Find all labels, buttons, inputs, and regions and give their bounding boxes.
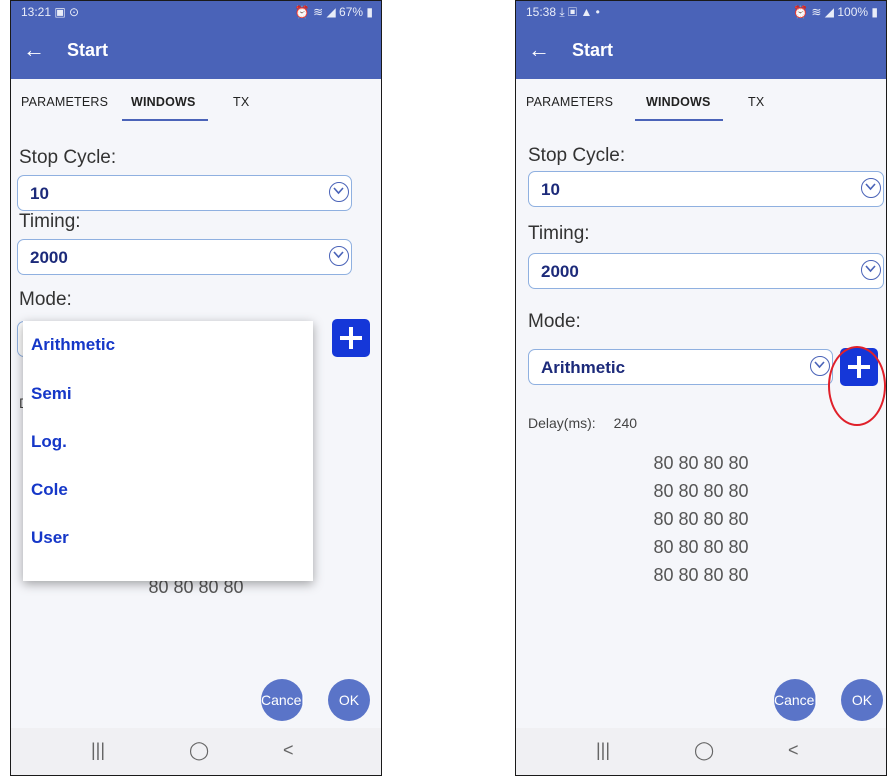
status-icons: ⏰ ≋ ◢ 67% ▮ xyxy=(294,5,373,19)
ok-button[interactable]: OK xyxy=(841,679,883,721)
chevron-down-icon xyxy=(329,246,349,266)
status-bar: 13:21 ▣ ⊙ ⏰ ≋ ◢ 67% ▮ xyxy=(11,1,381,23)
timing-label: Timing: xyxy=(528,223,590,244)
tab-tx[interactable]: TX xyxy=(748,95,764,109)
mode-label: Mode: xyxy=(19,289,72,310)
timing-value: 2000 xyxy=(541,262,579,281)
chevron-down-icon xyxy=(810,356,830,376)
recent-apps-icon[interactable]: ||| xyxy=(596,740,610,761)
mode-value: Arithmetic xyxy=(541,358,626,377)
status-icons: ⏰ ≋ ◢ 100% ▮ xyxy=(793,5,878,19)
mode-label: Mode: xyxy=(528,311,581,332)
home-icon[interactable]: ◯ xyxy=(694,740,714,761)
home-icon[interactable]: ◯ xyxy=(189,740,209,761)
android-nav-bar: ||| ◯ < xyxy=(516,728,886,775)
status-bar: 15:38 ⤓ ▣ ▲ • ⏰ ≋ ◢ 100% ▮ xyxy=(516,1,886,23)
app-bar: ← Start xyxy=(516,23,886,79)
timing-label: Timing: xyxy=(19,211,81,232)
menu-item-arithmetic[interactable]: Arithmetic xyxy=(31,335,115,355)
tab-windows[interactable]: WINDOWS xyxy=(646,95,711,109)
stop-cycle-value: 10 xyxy=(541,180,560,199)
delay-row: 80 80 80 80 xyxy=(653,565,749,585)
stop-cycle-label: Stop Cycle: xyxy=(528,145,626,166)
timing-select[interactable]: 2000 xyxy=(17,239,352,275)
cancel-button[interactable]: Cancel xyxy=(774,679,818,721)
delay-label: Delay(ms): xyxy=(528,415,596,431)
tab-bar: PARAMETERS WINDOWS TX xyxy=(516,79,886,127)
status-time: 13:21 ▣ ⊙ xyxy=(21,5,80,19)
delay-readout: Delay(ms): 240 xyxy=(528,415,637,431)
stop-cycle-label: Stop Cycle: xyxy=(19,147,117,168)
recent-apps-icon[interactable]: ||| xyxy=(91,740,105,761)
delay-row: 80 80 80 80 xyxy=(653,509,749,529)
stop-cycle-value: 10 xyxy=(30,184,49,203)
mode-select[interactable]: Arithmetic xyxy=(528,349,833,385)
android-nav-bar: ||| ◯ < xyxy=(11,728,381,775)
cancel-button[interactable]: Cancel xyxy=(261,679,305,721)
chevron-down-icon xyxy=(329,182,349,202)
mode-dropdown-menu: Arithmetic Semi Log. Cole User xyxy=(23,321,313,581)
ok-button[interactable]: OK xyxy=(328,679,370,721)
back-icon[interactable]: < xyxy=(788,740,799,761)
menu-item-user[interactable]: User xyxy=(31,528,69,548)
tab-windows[interactable]: WINDOWS xyxy=(131,95,196,109)
tab-tx[interactable]: TX xyxy=(233,95,249,109)
highlight-annotation-circle xyxy=(828,346,886,426)
tab-parameters[interactable]: PARAMETERS xyxy=(21,95,108,109)
app-bar: ← Start xyxy=(11,23,381,79)
menu-item-semi[interactable]: Semi xyxy=(31,384,72,404)
status-time: 15:38 ⤓ ▣ ▲ • xyxy=(526,5,600,19)
tab-indicator xyxy=(635,119,723,121)
delay-row: 80 80 80 80 xyxy=(653,453,749,473)
tab-indicator xyxy=(122,119,208,121)
stop-cycle-select[interactable]: 10 xyxy=(528,171,884,207)
page-title: Start xyxy=(67,40,109,60)
right-phone-screen: 15:38 ⤓ ▣ ▲ • ⏰ ≋ ◢ 100% ▮ ← Start PARAM… xyxy=(515,0,887,776)
menu-item-cole[interactable]: Cole xyxy=(31,480,68,500)
delay-row: 80 80 80 80 xyxy=(653,537,749,557)
chevron-down-icon xyxy=(861,178,881,198)
stop-cycle-select[interactable]: 10 xyxy=(17,175,352,211)
back-arrow-icon[interactable]: ← xyxy=(23,37,45,63)
menu-item-log[interactable]: Log. xyxy=(31,432,67,452)
delay-row: 80 80 80 80 xyxy=(653,481,749,501)
delay-value: 240 xyxy=(613,415,638,431)
page-title: Start xyxy=(572,40,614,60)
add-button[interactable] xyxy=(332,319,370,357)
tab-bar: PARAMETERS WINDOWS TX xyxy=(11,79,381,127)
left-phone-screen: 13:21 ▣ ⊙ ⏰ ≋ ◢ 67% ▮ ← Start PARAMETERS… xyxy=(10,0,382,776)
back-icon[interactable]: < xyxy=(283,740,294,761)
chevron-down-icon xyxy=(861,260,881,280)
timing-select[interactable]: 2000 xyxy=(528,253,884,289)
timing-value: 2000 xyxy=(30,248,68,267)
back-arrow-icon[interactable]: ← xyxy=(528,37,550,63)
tab-parameters[interactable]: PARAMETERS xyxy=(526,95,613,109)
